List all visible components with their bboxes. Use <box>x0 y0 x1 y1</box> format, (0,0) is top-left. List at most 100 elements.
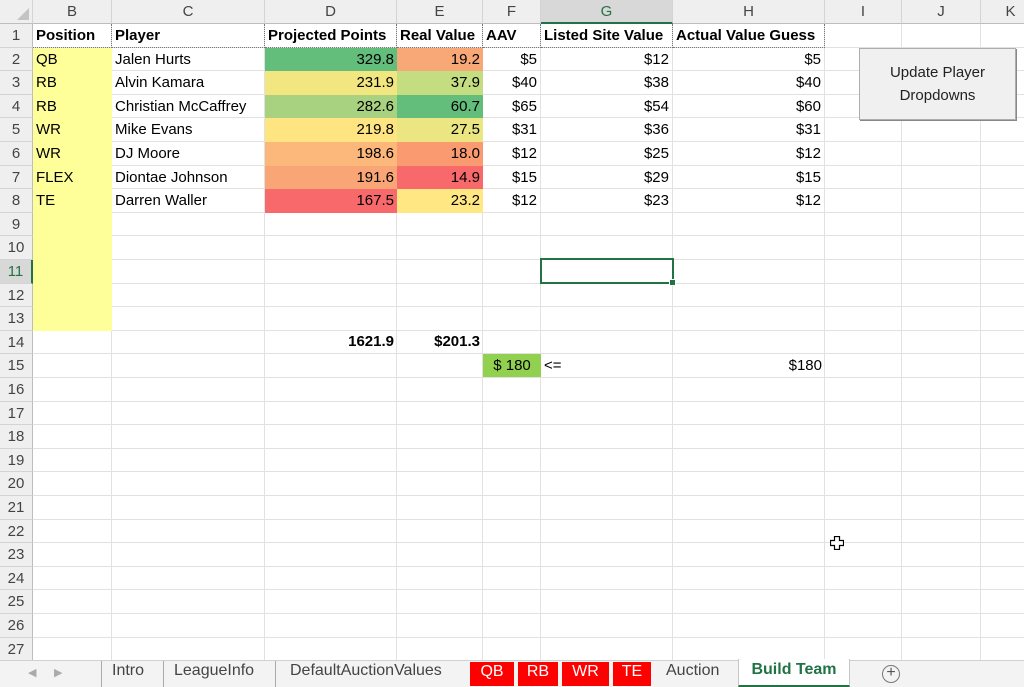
grid-cell[interactable] <box>902 189 981 213</box>
grid-cell[interactable] <box>673 284 825 307</box>
row-header-20[interactable]: 20 <box>0 472 33 496</box>
cell-actual-value-guess[interactable]: $5 <box>673 48 825 71</box>
grid-cell[interactable] <box>673 590 825 614</box>
column-header-j[interactable]: J <box>902 0 981 24</box>
grid-cell[interactable] <box>112 213 265 236</box>
grid-cell[interactable] <box>541 567 673 590</box>
grid-cell[interactable] <box>397 543 483 567</box>
cell-aav[interactable]: $31 <box>483 118 541 142</box>
grid-cell[interactable] <box>825 307 902 331</box>
cell-real-value[interactable]: 19.2 <box>397 48 483 71</box>
grid-cell[interactable] <box>483 284 541 307</box>
grid-cell[interactable] <box>981 307 1024 331</box>
cell-position[interactable]: QB <box>33 48 112 71</box>
grid-cell[interactable] <box>397 260 483 284</box>
grid-cell[interactable] <box>673 449 825 472</box>
grid-cell[interactable] <box>33 567 112 590</box>
row-header-19[interactable]: 19 <box>0 449 33 472</box>
total-real-value[interactable]: $201.3 <box>397 330 483 354</box>
grid-cell[interactable] <box>483 520 541 543</box>
grid-cell[interactable] <box>825 189 902 213</box>
add-sheet-icon[interactable]: + <box>882 665 900 683</box>
grid-cell[interactable] <box>981 166 1024 189</box>
header-position[interactable]: Position <box>33 24 112 48</box>
grid-cell[interactable] <box>541 543 673 567</box>
grid-cell[interactable] <box>112 378 265 402</box>
budget-comparator[interactable]: <= <box>541 354 673 377</box>
grid-cell[interactable] <box>673 472 825 496</box>
grid-cell[interactable] <box>541 402 673 425</box>
grid-cell[interactable] <box>902 331 981 354</box>
column-header-k[interactable]: K <box>981 0 1024 24</box>
row-header-14[interactable]: 14 <box>0 331 33 354</box>
row-header-22[interactable]: 22 <box>0 520 33 543</box>
grid-cell[interactable] <box>33 425 112 449</box>
grid-cell[interactable] <box>673 520 825 543</box>
grid-cell[interactable] <box>541 614 673 638</box>
grid-cell[interactable] <box>483 213 541 236</box>
header-player[interactable]: Player <box>112 24 265 48</box>
cell-actual-value-guess[interactable]: $60 <box>673 95 825 118</box>
grid-cell[interactable] <box>981 213 1024 236</box>
cell-aav[interactable]: $12 <box>483 142 541 166</box>
grid-cell[interactable] <box>902 236 981 260</box>
cell-actual-value-guess[interactable]: $12 <box>673 189 825 213</box>
cell-aav[interactable]: $40 <box>483 71 541 95</box>
cell-position[interactable]: WR <box>33 118 112 142</box>
grid-cell[interactable] <box>902 118 981 142</box>
grid-cell[interactable] <box>265 307 397 331</box>
grid-cell[interactable] <box>483 260 541 284</box>
cell-actual-value-guess[interactable]: $12 <box>673 142 825 166</box>
grid-cell[interactable] <box>33 354 112 378</box>
cell-player[interactable]: Alvin Kamara <box>112 71 265 95</box>
cell-listed-site-value[interactable]: $12 <box>541 48 673 71</box>
grid-cell[interactable] <box>483 496 541 520</box>
grid-cell[interactable] <box>33 402 112 425</box>
header-actual-value-guess[interactable]: Actual Value Guess <box>673 24 825 48</box>
grid-cell[interactable] <box>825 425 902 449</box>
row-header-23[interactable]: 23 <box>0 543 33 567</box>
grid-cell[interactable] <box>33 378 112 402</box>
grid-cell[interactable] <box>825 331 902 354</box>
cell-listed-site-value[interactable]: $38 <box>541 71 673 95</box>
grid-cell[interactable] <box>825 118 902 142</box>
grid-cell[interactable] <box>825 260 902 284</box>
grid-cell[interactable] <box>541 520 673 543</box>
grid-cell[interactable] <box>981 496 1024 520</box>
cell-position[interactable]: TE <box>33 189 112 213</box>
header-aav[interactable]: AAV <box>483 24 541 48</box>
grid-cell[interactable] <box>265 520 397 543</box>
grid-cell[interactable] <box>981 118 1024 142</box>
cell-projected-points[interactable]: 191.6 <box>265 166 397 189</box>
grid-cell[interactable] <box>981 638 1024 660</box>
grid-cell[interactable] <box>112 354 265 378</box>
grid-cell[interactable] <box>265 590 397 614</box>
grid-cell[interactable] <box>483 425 541 449</box>
active-cell-g11[interactable] <box>540 258 676 286</box>
cell-player[interactable]: Mike Evans <box>112 118 265 142</box>
cell-projected-points[interactable]: 282.6 <box>265 95 397 118</box>
grid-cell[interactable] <box>981 472 1024 496</box>
cell-projected-points[interactable]: 219.8 <box>265 118 397 142</box>
cell-aav[interactable]: $12 <box>483 189 541 213</box>
grid-cell[interactable] <box>483 543 541 567</box>
sheet-tab-build-team[interactable]: Build Team <box>738 659 850 687</box>
grid-cell[interactable] <box>981 284 1024 307</box>
grid-cell[interactable] <box>673 567 825 590</box>
grid-cell[interactable] <box>981 590 1024 614</box>
grid-cell[interactable] <box>112 307 265 331</box>
cell-player[interactable]: Darren Waller <box>112 189 265 213</box>
update-player-dropdowns-button[interactable]: Update Player Dropdowns <box>859 48 1016 120</box>
grid-cell[interactable] <box>112 331 265 354</box>
grid-cell[interactable] <box>825 354 902 378</box>
grid-cell[interactable] <box>265 543 397 567</box>
grid-cell[interactable] <box>902 590 981 614</box>
grid-cell[interactable] <box>825 590 902 614</box>
grid-cell[interactable] <box>902 24 981 48</box>
row-header-3[interactable]: 3 <box>0 71 33 95</box>
row-header-7[interactable]: 7 <box>0 166 33 189</box>
grid-cell[interactable] <box>265 284 397 307</box>
grid-cell[interactable] <box>902 496 981 520</box>
grid-cell[interactable] <box>265 614 397 638</box>
grid-cell[interactable] <box>673 638 825 660</box>
